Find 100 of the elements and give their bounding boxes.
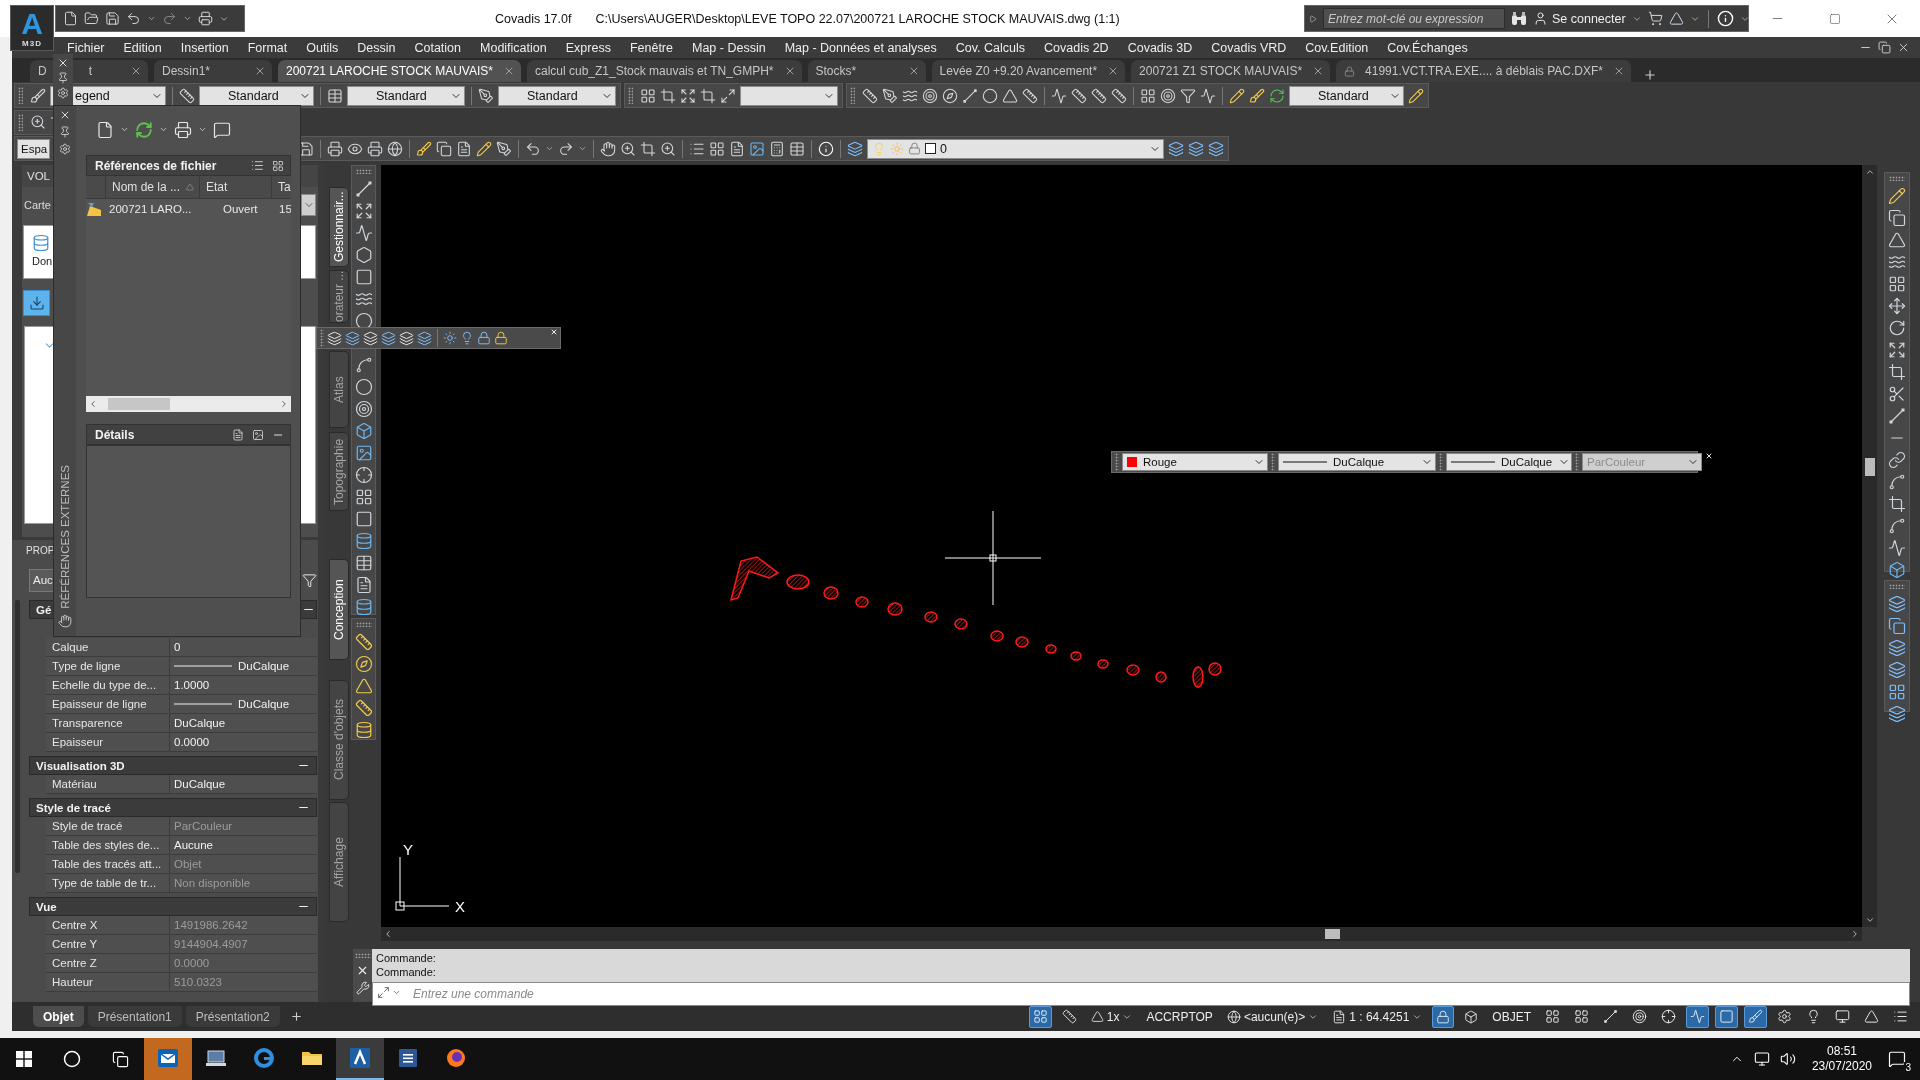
scroll-thumb[interactable] [15,600,20,873]
column-header[interactable]: Etat [199,176,271,198]
pin-icon[interactable] [57,72,69,84]
maximize-icon[interactable] [1828,12,1841,25]
binoculars-icon[interactable] [1511,11,1527,26]
section-header[interactable]: Vue [29,897,317,916]
triangle-icon[interactable] [1668,11,1684,26]
ruler-icon[interactable] [1091,87,1107,104]
speech-bubble-icon[interactable] [213,120,231,139]
cube-icon[interactable] [1888,561,1906,579]
layers-icon[interactable] [1888,639,1906,657]
plus-icon[interactable] [1642,68,1657,82]
diagonal-arrows-icon[interactable] [720,87,736,104]
ruler-icon[interactable] [1111,87,1127,104]
filter-icon[interactable] [1180,87,1196,104]
overlapping-squares-icon[interactable] [111,1050,129,1068]
lightbulb-icon[interactable] [460,331,474,345]
spline-icon[interactable] [354,356,373,374]
target-icon[interactable] [1160,87,1176,104]
brush-icon[interactable] [30,87,46,104]
page-icon[interactable] [96,120,114,139]
zoom-icon[interactable] [620,140,636,157]
speech-bubble-icon[interactable] [1888,1050,1906,1068]
lineweight-dropdown[interactable]: DuCalque [1446,453,1572,471]
toolbar-grip[interactable] [18,87,23,104]
file-tab[interactable]: 200721 Z1 STOCK MAUVAIS* [1131,60,1331,82]
globe-icon[interactable] [387,140,403,157]
menu-item[interactable]: Dessin [357,40,396,55]
database-icon[interactable] [354,721,373,739]
brush-icon[interactable] [1249,87,1265,104]
printer-icon[interactable] [174,120,192,139]
ruler-icon[interactable] [1071,87,1087,104]
printer-icon[interactable] [327,140,343,157]
expand-icon[interactable] [354,202,373,220]
scroll-thumb[interactable] [1864,458,1875,476]
filter-icon[interactable] [302,572,317,588]
document-icon[interactable] [729,140,745,157]
circle-icon[interactable] [354,378,373,396]
toolbar-grip[interactable] [354,953,371,958]
info-icon[interactable] [1716,10,1734,27]
document-icon[interactable] [354,576,373,594]
column-header[interactable]: Nom de la ... [105,176,199,198]
triangle-icon[interactable] [354,677,373,695]
diagonal-arrows-icon[interactable] [377,986,390,999]
section-header[interactable]: Visualisation 3D [29,756,317,775]
table-icon[interactable] [789,140,805,157]
menu-item[interactable]: Edition [123,40,162,55]
plus-icon[interactable] [289,1010,303,1023]
calculator-icon[interactable] [769,140,785,157]
chevron-left-icon[interactable] [88,399,98,409]
grid-icon[interactable] [272,159,284,172]
waves-icon[interactable] [1888,253,1906,271]
move-icon[interactable] [1888,297,1906,315]
menu-item[interactable]: Map - Dessin [692,40,766,55]
multileader-style-dropdown[interactable]: Standard [498,85,616,106]
layers-icon[interactable] [847,140,863,157]
menu-item[interactable]: Map - Données et analyses [784,40,937,55]
menu-item[interactable]: Cov.Échanges [1387,40,1468,55]
pencil-icon[interactable] [1229,87,1245,104]
toolbar-grip[interactable] [628,87,633,104]
sign-in-button[interactable]: Se connecter [1533,11,1626,26]
palette-tab[interactable]: Atlas [329,351,349,428]
lock-icon[interactable] [494,331,508,345]
spline-icon[interactable] [1888,517,1906,535]
settings-icon[interactable] [57,87,69,99]
layers-icon[interactable] [381,330,396,346]
ruler-icon[interactable] [354,633,373,651]
layers-icon[interactable] [1888,661,1906,679]
volume-icon[interactable] [1779,1051,1796,1067]
collapse-button[interactable] [301,600,317,619]
menu-item[interactable]: Cotation [414,40,462,55]
hand-icon[interactable] [58,614,72,628]
cube-icon[interactable] [354,422,373,440]
pen-tool-icon[interactable] [496,140,512,157]
app-menu-button[interactable]: A M3D [10,5,54,51]
layout-tab[interactable]: Présentation2 [185,1006,280,1027]
crop-icon[interactable] [640,140,656,157]
toolbar-grip[interactable] [850,87,855,104]
layers-icon[interactable] [417,330,432,346]
toolbar-grip[interactable] [1889,176,1905,181]
wrench-icon[interactable] [355,981,370,995]
horizontal-scrollbar[interactable] [381,927,1862,941]
close-icon[interactable] [57,57,69,69]
file-tab[interactable]: 200721 LAROCHE STOCK MAUVAIS* [278,60,521,82]
printer-icon[interactable] [198,11,213,26]
section-header[interactable]: Gé [29,600,53,619]
layers-icon[interactable] [345,330,360,346]
page-icon[interactable] [63,11,78,26]
toolbar-grip[interactable] [355,169,372,174]
grid-icon[interactable] [1888,683,1906,701]
square-icon[interactable] [354,510,373,528]
refresh-icon[interactable] [1269,87,1285,104]
expand-icon[interactable] [1888,341,1906,359]
column-header[interactable]: Ta [271,176,291,198]
redo-icon[interactable] [558,140,574,157]
list-icon[interactable] [251,159,264,172]
selection-dropdown[interactable]: Auc [29,568,53,592]
crosshair-icon[interactable] [354,466,373,484]
undo-icon[interactable] [126,11,141,26]
ucs-button[interactable]: <aucun(e)> [1222,1005,1323,1028]
